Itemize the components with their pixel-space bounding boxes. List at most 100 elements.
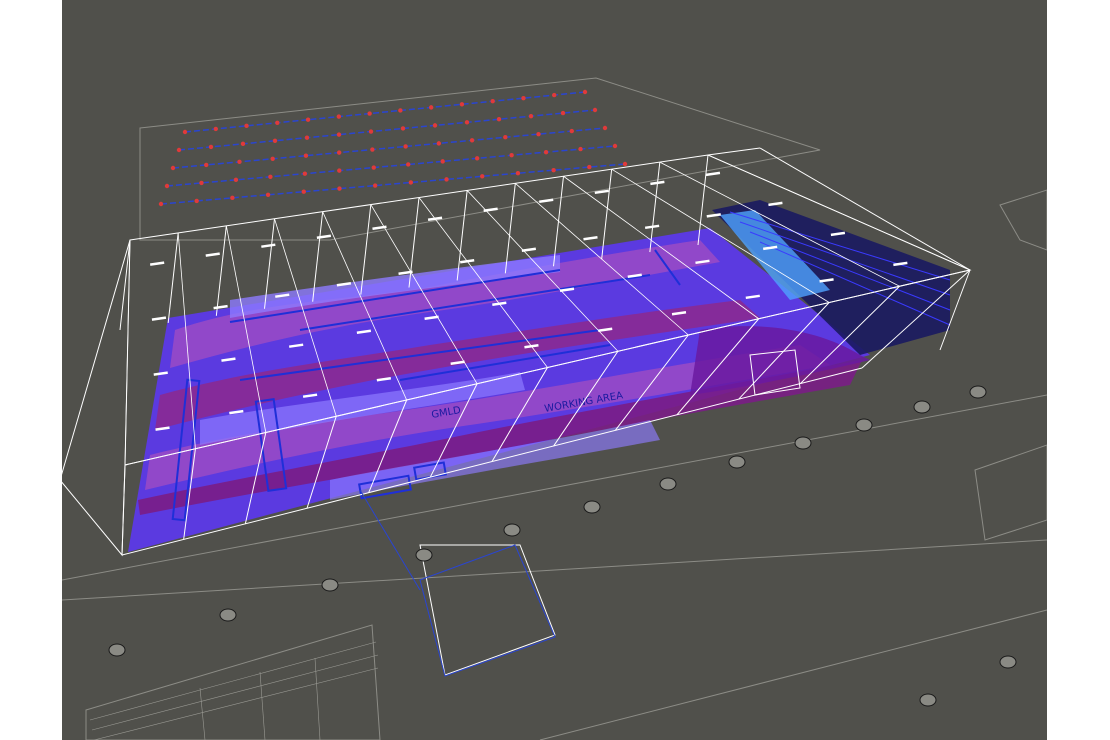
grid-point [569,128,574,134]
grid-bubble [728,455,746,469]
grid-point [464,120,470,125]
grid-point [578,146,583,152]
front-door-frame [419,544,556,676]
front-column [121,464,126,556]
grid-point [305,117,311,122]
light-fixture [521,247,537,253]
light-fixture [205,252,220,257]
grid-bubble [503,523,521,537]
grid-point [268,174,273,179]
grid-point [403,144,408,149]
grid-point [521,95,526,101]
grid-bubble [794,436,812,450]
grid-point [336,132,342,137]
light-fixture [316,234,332,239]
grid-point [436,141,442,146]
grid-point [176,147,182,153]
heatmap-floor [128,228,870,552]
grid-point [474,156,480,161]
light-fixture [583,236,598,241]
grid-bubble [659,477,677,491]
grid-point [582,89,588,95]
grid-point [337,186,342,191]
long-ground-line-3 [539,609,1047,740]
light-fixture [644,224,660,230]
grid-point [240,141,246,147]
right-sheet-outline [999,189,1047,251]
grid-point [337,168,342,173]
grid-bubble [999,655,1017,669]
grid-point [552,92,557,98]
grid-point [230,195,235,201]
grid-point [536,131,541,137]
grid-point [440,159,445,164]
grid-point [164,183,170,189]
long-ground-line-2 [62,539,1047,601]
light-fixture [213,304,228,310]
3d-viewport[interactable]: GMLD WORKING AREA [62,0,1047,740]
grid-point [551,167,556,173]
back-column [215,225,227,316]
light-fixture [768,201,783,207]
grid-point [503,135,508,140]
grid-point [432,123,438,128]
grid-point [270,156,275,161]
application-window: GMLD WORKING AREA [0,0,1110,740]
grid-point [336,150,342,155]
grid-point [265,192,271,197]
light-fixture [261,243,276,248]
grid-point [182,129,188,135]
grid-bubble [919,693,937,707]
grid-point [602,125,608,131]
grid-point [428,105,434,110]
grid-point [233,177,239,183]
grid-point [459,102,465,107]
bottom-left-table [89,641,379,740]
grid-point [515,171,521,176]
grid-point [301,189,306,194]
grid-point [199,180,204,186]
left-end-wall [62,239,131,557]
grid-point [592,107,598,113]
grid-point [237,159,242,165]
grid-point [367,111,372,116]
grid-point [244,123,249,129]
grid-point [480,174,485,179]
light-fixture [460,259,475,264]
grid-point [194,198,199,204]
grid-point [490,99,495,104]
grid-point [612,143,618,149]
grid-point [560,110,566,116]
grid-point [509,153,514,158]
light-fixture [539,198,554,204]
grid-point [622,161,628,167]
grid-point [398,108,403,113]
grid-point [587,164,592,170]
grid-point [213,126,218,132]
grid-bubble [415,548,433,562]
top-grid-plan [158,89,628,207]
grid-bubble [321,578,339,592]
light-fixture [151,316,167,321]
light-fixture [705,171,721,177]
back-column [504,183,516,274]
grid-point [469,138,475,143]
grid-bubble [219,608,237,622]
grid-point [208,144,214,150]
grid-bubble [855,418,873,432]
building-model-scene[interactable]: GMLD WORKING AREA [62,0,1047,740]
grid-point [372,183,378,188]
door-leader [359,489,421,591]
grid-point [370,147,375,152]
light-fixture [372,225,387,230]
grid-point [368,129,374,134]
grid-point [272,138,278,143]
grid-point [303,153,309,158]
grid-point [336,114,342,119]
grid-point [304,135,310,140]
light-fixture [483,207,498,213]
grid-point [406,162,411,167]
grid-point [371,165,376,170]
grid-point [528,113,534,119]
entrance-pad [419,544,556,677]
